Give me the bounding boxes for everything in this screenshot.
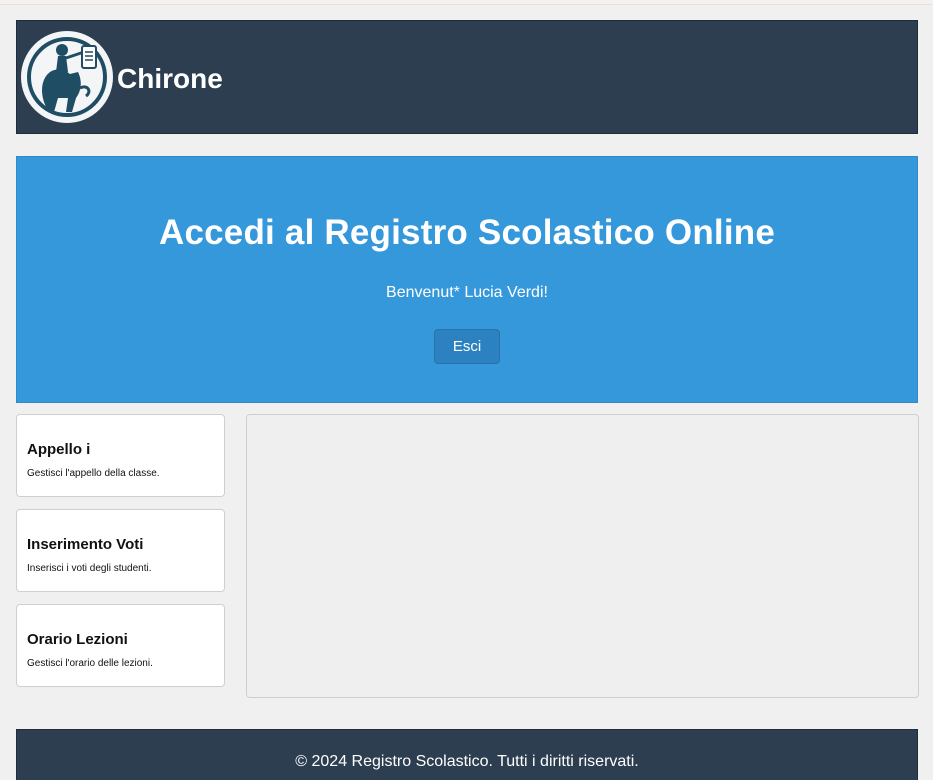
card-title: Appello i: [27, 441, 91, 458]
hero-banner: Accedi al Registro Scolastico Online Ben…: [16, 156, 918, 403]
card-orario-lezioni[interactable]: Orario Lezioni Gestisci l'orario delle l…: [16, 604, 225, 687]
logout-button[interactable]: Esci: [434, 329, 500, 364]
welcome-message: Benvenut* Lucia Verdi!: [386, 284, 548, 301]
centaur-logo-icon[interactable]: [21, 31, 113, 123]
card-title: Inserimento Voti: [27, 536, 144, 553]
card-description: Gestisci l'orario delle lezioni.: [27, 658, 153, 669]
content-panel: [246, 414, 919, 698]
site-header: Chirone: [16, 20, 918, 134]
copyright-text: © 2024 Registro Scolastico. Tutti i diri…: [295, 753, 639, 770]
brand-name: Chirone: [117, 63, 223, 94]
site-footer: © 2024 Registro Scolastico. Tutti i diri…: [16, 729, 918, 780]
card-title: Orario Lezioni: [27, 631, 128, 648]
card-description: Gestisci l'appello della classe.: [27, 468, 160, 479]
card-description: Inserisci i voti degli studenti.: [27, 563, 152, 574]
card-inserimento-voti[interactable]: Inserimento Voti Inserisci i voti degli …: [16, 509, 225, 592]
top-strip: [0, 0, 933, 5]
page-title: Accedi al Registro Scolastico Online: [159, 213, 775, 252]
card-appello[interactable]: Appello i Gestisci l'appello della class…: [16, 414, 225, 497]
